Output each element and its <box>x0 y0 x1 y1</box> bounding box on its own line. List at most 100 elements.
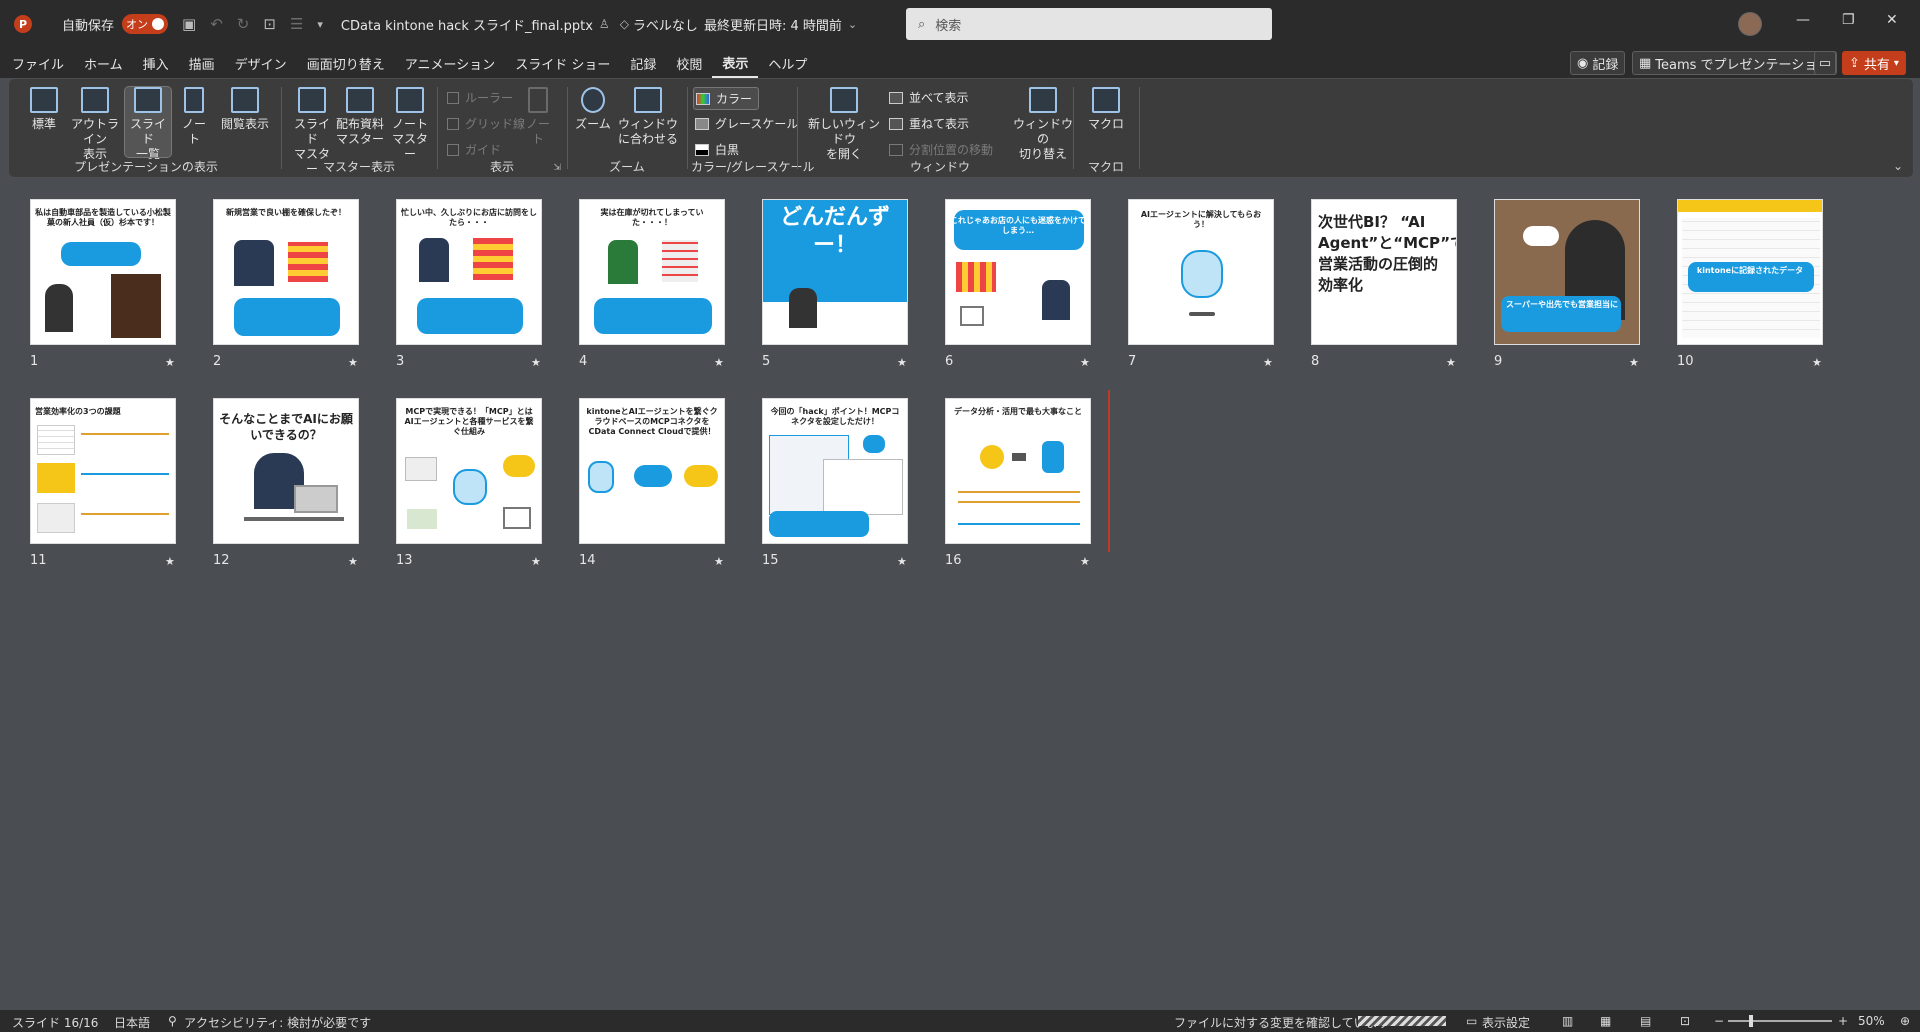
handout-master-button[interactable]: 配布資料 マスター <box>335 87 385 147</box>
arrange-all-button[interactable]: 並べて表示 <box>889 89 969 106</box>
presentation-start-icon[interactable]: ⊡ <box>263 15 276 33</box>
slide-thumbnail[interactable]: これじゃあお店の人にも迷惑をかけてしまう… <box>945 199 1091 345</box>
black-white-button[interactable]: 白黒 <box>695 141 739 158</box>
slide-number: 10 <box>1677 354 1694 369</box>
accessibility-status[interactable]: アクセシビリティ: 検討が必要です <box>184 1014 371 1031</box>
slide-sorter-button[interactable]: スライド 一覧 <box>124 86 172 161</box>
tab-record[interactable]: 記録 <box>620 48 666 78</box>
slide-text: 営業効率化の3つの課題 <box>35 407 121 416</box>
slide-thumbnail[interactable]: どんだんずー！ <box>762 199 908 345</box>
tab-design[interactable]: デザイン <box>225 48 297 78</box>
record-button[interactable]: ◉ 記録 <box>1570 51 1626 75</box>
slide-thumbnail[interactable]: データ分析・活用で最も大事なこと <box>945 398 1091 544</box>
outline-view-button[interactable]: アウトライン 表示 <box>69 87 121 162</box>
touch-mode-icon[interactable]: ☰ <box>290 15 303 33</box>
undo-icon[interactable]: ↶ <box>210 15 223 33</box>
avatar[interactable] <box>1738 12 1762 36</box>
new-window-button[interactable]: 新しいウィンドウ を開く <box>805 87 883 162</box>
search-box[interactable]: ⌕ 検索 <box>906 8 1272 40</box>
slide-thumbnail[interactable]: そんなことまでAIにお願いできるの？ <box>213 398 359 544</box>
slide-thumbnail[interactable]: AIエージェントに解決してもらおう！ <box>1128 199 1274 345</box>
notes-master-button[interactable]: ノート マスター <box>387 87 433 162</box>
text-line <box>81 433 169 435</box>
guides-checkbox[interactable]: ガイド <box>447 141 501 158</box>
slide-thumbnail[interactable]: スーパーや出先でも営業担当に <box>1494 199 1640 345</box>
grayscale-button[interactable]: グレースケール <box>695 115 798 132</box>
autosave-state: オン <box>126 18 149 31</box>
slide-thumbnail[interactable]: 営業効率化の3つの課題 <box>30 398 176 544</box>
teams-present-button[interactable]: ▦ Teams でプレゼンテーション <box>1632 51 1838 75</box>
minimize-icon[interactable]: — <box>1796 12 1810 28</box>
tab-slideshow[interactable]: スライド ショー <box>505 48 620 78</box>
notes-page-button[interactable]: ノー ト <box>175 87 213 147</box>
fit-slide-icon[interactable]: ⊕ <box>1900 1014 1910 1028</box>
slide-thumbnail[interactable]: MCPで実現できる！「MCP」とはAIエージェントと各種サービスを繋ぐ仕組み <box>396 398 542 544</box>
tab-home[interactable]: ホーム <box>74 48 133 78</box>
close-icon[interactable]: ✕ <box>1886 12 1898 28</box>
slide-thumbnail[interactable]: 私は自動車部品を製造している小松製菓の新人社員（仮）杉本です！ <box>30 199 176 345</box>
autosave-label: 自動保存 <box>62 18 115 34</box>
reading-view-button[interactable]: 閲覧表示 <box>217 87 273 132</box>
mail-icon <box>503 507 531 529</box>
slide-sorter: 私は自動車部品を製造している小松製菓の新人社員（仮）杉本です！ 1 ★ 新規営業… <box>0 180 1920 1010</box>
tab-insert[interactable]: 挿入 <box>133 48 179 78</box>
redo-icon[interactable]: ↻ <box>237 15 250 33</box>
save-icon[interactable]: ▣ <box>182 15 196 33</box>
text-line <box>81 473 169 475</box>
collapse-ribbon-icon[interactable]: ⌄ <box>1893 159 1903 173</box>
tab-transitions[interactable]: 画面切り替え <box>297 48 395 78</box>
color-button[interactable]: カラー <box>693 87 760 110</box>
slide-thumbnail[interactable]: 実は在庫が切れてしまっていた・・・！ <box>579 199 725 345</box>
ruler-checkbox[interactable]: ルーラー <box>447 89 513 106</box>
slide-thumbnail[interactable]: kintoneに記録されたデータ <box>1677 199 1823 345</box>
slide-thumbnail[interactable]: kintoneとAIエージェントを繋ぐクラウドベースのMCPコネクタをCData… <box>579 398 725 544</box>
share-icon: ⇪ <box>1849 55 1860 71</box>
tab-review[interactable]: 校閲 <box>666 48 712 78</box>
slide-number: 6 <box>945 354 954 369</box>
macros-button[interactable]: マクロ <box>1083 87 1129 132</box>
slide-sorter-icon[interactable]: ▦ <box>1600 1014 1611 1028</box>
slide-thumbnail[interactable]: 新規営業で良い棚を確保したぞ！ <box>213 199 359 345</box>
chevron-down-icon[interactable]: ⌄ <box>848 18 857 31</box>
share-status-icon: ♙ <box>598 17 610 31</box>
move-split-button[interactable]: 分割位置の移動 <box>889 141 993 158</box>
cascade-label: 重ねて表示 <box>909 117 970 131</box>
tab-view[interactable]: 表示 <box>712 48 759 78</box>
restore-icon[interactable]: ❐ <box>1842 12 1855 28</box>
document-title[interactable]: CData kintone hack スライド_final.pptx <box>341 15 593 34</box>
customize-qat-icon[interactable]: ▾ <box>317 18 323 31</box>
slide-thumbnail[interactable]: 今回の「hack」ポイント！MCPコネクタを設定しただけ！ <box>762 398 908 544</box>
cascade-button[interactable]: 重ねて表示 <box>889 115 969 132</box>
reading-view-icon[interactable]: ▤ <box>1640 1014 1651 1028</box>
last-updated[interactable]: 最終更新日時: 4 時間前 <box>704 15 842 34</box>
zoom-level[interactable]: 50% <box>1858 1014 1885 1028</box>
switch-windows-button[interactable]: ウィンドウの 切り替え <box>1013 87 1073 162</box>
comments-button[interactable]: ▭ <box>1814 51 1836 75</box>
zoom-button[interactable]: ズーム <box>573 87 613 132</box>
label-status[interactable]: ラベルなし <box>633 15 698 34</box>
slide-thumbnail[interactable]: 次世代BI？ “AI Agent”と“MCP”で営業活動の圧倒的効率化 <box>1311 199 1457 345</box>
gridlines-checkbox[interactable]: グリッド線 <box>447 115 525 132</box>
language-status[interactable]: 日本語 <box>114 1014 150 1031</box>
tab-help[interactable]: ヘルプ <box>758 48 817 78</box>
tab-animations[interactable]: アニメーション <box>395 48 505 78</box>
slide-number: 8 <box>1311 354 1320 369</box>
normal-view-icon[interactable]: ▥ <box>1562 1014 1573 1028</box>
notes-toggle-button[interactable]: ノー ト <box>521 87 555 147</box>
fit-to-window-button[interactable]: ウィンドウ に合わせる <box>615 87 681 147</box>
display-settings[interactable]: 表示設定 <box>1482 1014 1530 1031</box>
zoom-slider-thumb[interactable] <box>1749 1015 1753 1027</box>
zoom-in-icon[interactable]: + <box>1838 1014 1848 1028</box>
share-button[interactable]: ⇪ 共有 ▾ <box>1842 51 1906 75</box>
zoom-out-icon[interactable]: − <box>1714 1014 1724 1028</box>
autosave-toggle[interactable]: オン <box>122 14 169 34</box>
slideshow-icon[interactable]: ⊡ <box>1680 1014 1690 1028</box>
notes-toggle-label: ノー ト <box>525 117 550 146</box>
normal-view-button[interactable]: 標準 <box>21 87 67 132</box>
zoom-slider[interactable] <box>1728 1020 1832 1022</box>
dialog-launcher-icon[interactable]: ⇲ <box>553 163 561 173</box>
slide-thumbnail[interactable]: 忙しい中、久しぶりにお店に訪問をしたら・・・ <box>396 199 542 345</box>
tab-draw[interactable]: 描画 <box>179 48 225 78</box>
slide-position[interactable]: スライド 16/16 <box>12 1014 98 1031</box>
tab-file[interactable]: ファイル <box>2 48 74 78</box>
